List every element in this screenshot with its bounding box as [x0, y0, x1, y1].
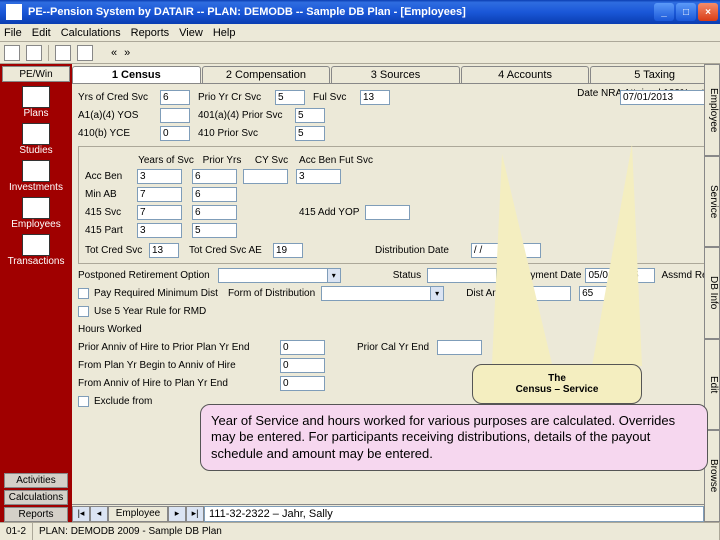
employees-icon: [22, 197, 50, 219]
toolbar-icon-2[interactable]: [26, 45, 42, 61]
tab-sources[interactable]: 3 Sources: [331, 66, 460, 83]
menu-reports[interactable]: Reports: [131, 27, 170, 39]
status-select[interactable]: [427, 268, 497, 283]
toolbar-icon-1[interactable]: [4, 45, 20, 61]
lbl-ful-svc: Ful Svc: [313, 92, 358, 103]
lbl-yrs-cred-svc: Yrs of Cred Svc: [78, 92, 158, 103]
401a4-prior-input[interactable]: [295, 108, 325, 123]
postponed-select[interactable]: [218, 268, 328, 283]
minab-ys[interactable]: [137, 187, 182, 202]
sidebar-item-transactions[interactable]: Transactions: [8, 234, 65, 267]
menu-view[interactable]: View: [179, 27, 203, 39]
ful-svc-input[interactable]: [360, 90, 390, 105]
yrs-cred-svc-input[interactable]: [160, 90, 190, 105]
record-display: 111-32-2322 – Jahr, Sally: [204, 506, 704, 522]
nav-first[interactable]: |◂: [72, 506, 90, 522]
a1a4-input[interactable]: [160, 108, 190, 123]
status-seg2: PLAN: DEMODB 2009 - Sample DB Plan: [33, 523, 720, 540]
totcred-ae-input[interactable]: [273, 243, 303, 258]
sidebar: PE/Win Plans Studies Investments Employe…: [0, 64, 72, 522]
lbl-410prior: 410 Prior Svc: [198, 128, 293, 139]
tab-census[interactable]: 1 Census: [72, 66, 201, 83]
rtab-employee[interactable]: Employee: [704, 64, 720, 156]
studies-icon: [22, 123, 50, 145]
rtab-service[interactable]: Service: [704, 156, 720, 248]
toolbar: « »: [0, 42, 720, 64]
menu-edit[interactable]: Edit: [32, 27, 51, 39]
transactions-icon: [22, 234, 50, 256]
chevron-down-icon[interactable]: ▾: [328, 268, 341, 283]
callout-pointer: [592, 144, 642, 366]
minimize-button[interactable]: _: [654, 3, 674, 21]
tabstrip: 1 Census 2 Compensation 3 Sources 4 Acco…: [72, 64, 720, 84]
plans-icon: [22, 86, 50, 108]
close-button[interactable]: ×: [698, 3, 718, 21]
menu-file[interactable]: File: [4, 27, 22, 39]
window-title: PE--Pension System by DATAIR -- PLAN: DE…: [26, 6, 654, 18]
hours-r2-input[interactable]: [280, 358, 325, 373]
lbl-410b: 410(b) YCE: [78, 128, 158, 139]
addyop-input[interactable]: [365, 205, 410, 220]
toolbar-icon-4[interactable]: [77, 45, 93, 61]
rtab-dbinfo[interactable]: DB Info: [704, 247, 720, 339]
use5yr-checkbox[interactable]: [78, 306, 89, 317]
410b-input[interactable]: [160, 126, 190, 141]
exclude-checkbox[interactable]: [78, 396, 89, 407]
410prior-input[interactable]: [295, 126, 325, 141]
chevron-down-icon[interactable]: ▾: [431, 286, 444, 301]
record-navigator: |◂ ◂ Employee ▸ ▸| 111-32-2322 – Jahr, S…: [72, 504, 704, 522]
lbl-a1a4: A1(a)(4) YOS: [78, 110, 158, 121]
sidebar-item-employees[interactable]: Employees: [11, 197, 60, 230]
app-icon: [6, 4, 22, 20]
lbl-401a4-prior: 401(a)(4) Prior Svc: [198, 110, 293, 121]
sidebar-reports[interactable]: Reports: [4, 507, 68, 522]
prior-yr-cr-input[interactable]: [275, 90, 305, 105]
nav-prev[interactable]: ◂: [90, 506, 108, 522]
menu-help[interactable]: Help: [213, 27, 236, 39]
sidebar-item-studies[interactable]: Studies: [19, 123, 52, 156]
tab-compensation[interactable]: 2 Compensation: [202, 66, 331, 83]
tab-taxing[interactable]: 5 Taxing: [590, 66, 719, 83]
toolbar-nav-arrows[interactable]: « »: [111, 47, 132, 59]
menu-calculations[interactable]: Calculations: [61, 27, 121, 39]
nra-date-input[interactable]: [620, 90, 710, 105]
415part-ys[interactable]: [137, 223, 182, 238]
tab-accounts[interactable]: 4 Accounts: [461, 66, 590, 83]
accben-fut[interactable]: [296, 169, 341, 184]
maximize-button[interactable]: □: [676, 3, 696, 21]
sidebar-item-investments[interactable]: Investments: [9, 160, 63, 193]
callout-pointer: [492, 154, 552, 364]
hours-prior-cal-input[interactable]: [437, 340, 482, 355]
nav-tab-label[interactable]: Employee: [108, 506, 168, 522]
hours-r3-input[interactable]: [280, 376, 325, 391]
nav-next[interactable]: ▸: [168, 506, 186, 522]
menubar: File Edit Calculations Reports View Help: [0, 24, 720, 42]
sidebar-calculations[interactable]: Calculations: [4, 490, 68, 505]
accben-ys[interactable]: [137, 169, 182, 184]
callout-title: The Census – Service: [472, 364, 642, 404]
toolbar-icon-3[interactable]: [55, 45, 71, 61]
accben-py[interactable]: [192, 169, 237, 184]
totcred-input[interactable]: [149, 243, 179, 258]
sidebar-header[interactable]: PE/Win: [2, 66, 70, 82]
callout-body: Year of Service and hours worked for var…: [200, 404, 708, 471]
hours-r1-input[interactable]: [280, 340, 325, 355]
sidebar-item-plans[interactable]: Plans: [22, 86, 50, 119]
titlebar: PE--Pension System by DATAIR -- PLAN: DE…: [0, 0, 720, 24]
main-area: 1 Census 2 Compensation 3 Sources 4 Acco…: [72, 64, 720, 522]
lbl-prior-yr-cr: Prio Yr Cr Svc: [198, 92, 273, 103]
nav-last[interactable]: ▸|: [186, 506, 204, 522]
form-dist-select[interactable]: [321, 286, 431, 301]
investments-icon: [22, 160, 50, 182]
sidebar-activities[interactable]: Activities: [4, 473, 68, 488]
statusbar: 01-2 PLAN: DEMODB 2009 - Sample DB Plan: [0, 522, 720, 540]
status-seg1: 01-2: [0, 523, 33, 540]
pay-rmd-checkbox[interactable]: [78, 288, 89, 299]
415sv-ys[interactable]: [137, 205, 182, 220]
